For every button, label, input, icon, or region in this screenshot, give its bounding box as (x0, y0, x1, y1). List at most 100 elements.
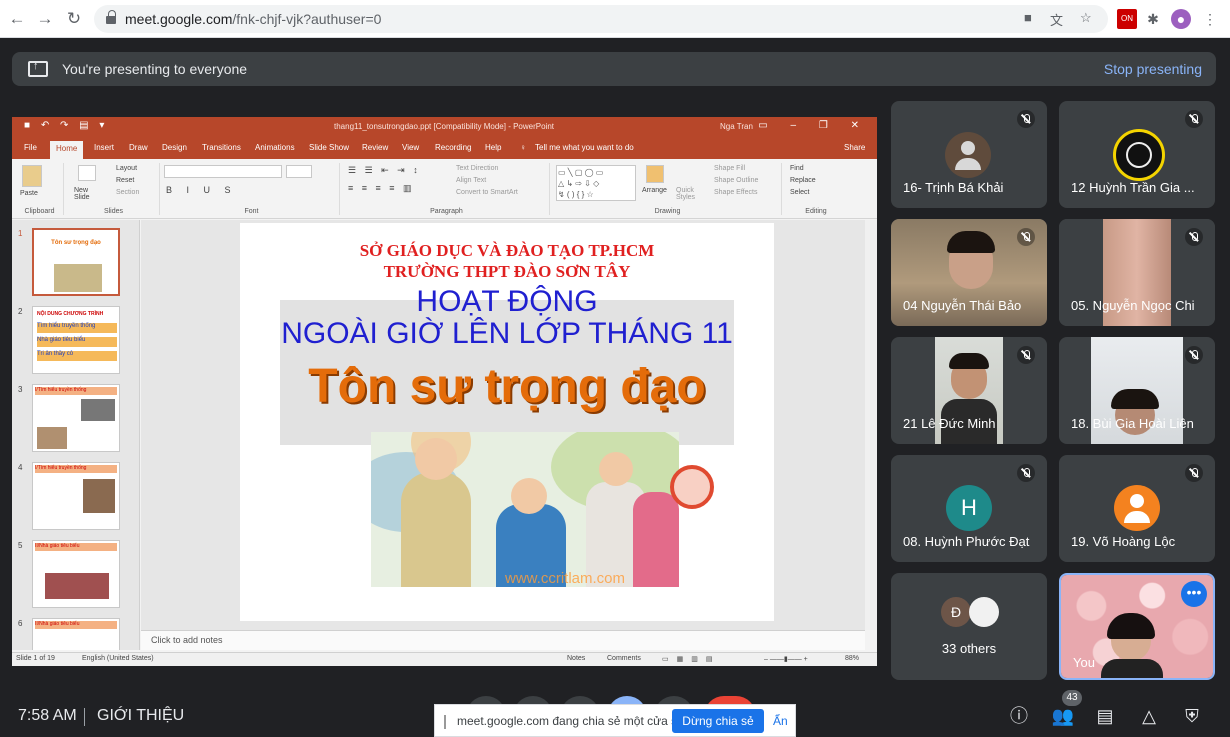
thumb-title: II/Nhà giáo tiêu biểu (35, 621, 117, 629)
more-options-icon[interactable]: ••• (1181, 581, 1207, 607)
language-status[interactable]: English (United States) (82, 655, 154, 662)
tab-design[interactable]: Design (162, 143, 187, 152)
hide-button[interactable]: Ẩn (773, 714, 788, 728)
section-button[interactable]: Section (116, 189, 139, 196)
font-size-field[interactable] (286, 165, 312, 178)
participant-tile[interactable]: 19. Võ Hoàng Lộc (1059, 455, 1215, 562)
quick-styles-label[interactable]: Quick Styles (676, 187, 700, 201)
new-slide-icon[interactable] (78, 165, 96, 181)
tab-draw[interactable]: Draw (129, 143, 148, 152)
list-buttons[interactable]: ☰ ☰ ⇤ ⇥ ↕ (348, 165, 421, 176)
notes-toggle[interactable]: Notes (567, 655, 585, 662)
participant-tile[interactable]: 18. Bùi Gia Hoài Liên (1059, 337, 1215, 444)
font-format-buttons[interactable]: B I U S (166, 185, 237, 195)
slide-thumb-4[interactable]: I/Tìm hiểu truyền thống (32, 462, 120, 530)
zoom-level[interactable]: 88% (845, 655, 859, 662)
lightbulb-icon: ♀ (520, 143, 526, 152)
host-controls-icon[interactable]: ⛨ (1179, 704, 1205, 728)
tab-recording[interactable]: Recording (435, 143, 471, 152)
participant-tile[interactable]: 21 Lê Đức Minh (891, 337, 1047, 444)
share-button[interactable]: Share (844, 143, 865, 152)
vertical-scrollbar[interactable] (865, 220, 877, 630)
reload-icon[interactable]: ↻ (63, 8, 85, 30)
present-screen-icon (28, 60, 48, 77)
tab-help[interactable]: Help (485, 143, 501, 152)
more-menu-icon[interactable]: ⋮ (1200, 9, 1220, 29)
thumb-number: 6 (18, 619, 23, 628)
tab-review[interactable]: Review (362, 143, 388, 152)
paste-icon[interactable] (22, 165, 42, 187)
drawing-group-label: Drawing (654, 208, 681, 215)
slide-thumbnails[interactable]: 1 Tôn sư trọng đạo 2 NỘI DUNG CHƯƠNG TRÌ… (12, 220, 140, 650)
participant-tile[interactable]: 05. Nguyễn Ngọc Chi (1059, 219, 1215, 326)
reset-button[interactable]: Reset (116, 177, 134, 184)
slide-thumb-1[interactable]: Tôn sư trọng đạo (32, 228, 120, 296)
thumb-image (83, 479, 115, 513)
find-button[interactable]: Find (790, 165, 804, 172)
quick-access-toolbar[interactable]: ■ ↶ ↷ ▤ ▾ (24, 120, 108, 131)
shape-effects-button[interactable]: Shape Effects (714, 189, 757, 196)
info-icon[interactable]: ⓘ (1006, 704, 1032, 728)
tab-insert[interactable]: Insert (94, 143, 114, 152)
others-tile[interactable]: Đ 33 others (891, 573, 1047, 680)
slide-thumb-2[interactable]: NỘI DUNG CHƯƠNG TRÌNH Tìm hiểu truyền th… (32, 306, 120, 374)
profile-avatar[interactable]: ● (1171, 9, 1191, 29)
puzzle-icon[interactable]: ✱ (1143, 9, 1163, 29)
stop-presenting-button[interactable]: Stop presenting (1104, 61, 1202, 77)
star-icon[interactable]: ☆ (1080, 10, 1092, 26)
zoom-slider[interactable]: – ——▮—— + (764, 655, 808, 663)
participant-tile[interactable]: 04 Nguyễn Thái Bảo (891, 219, 1047, 326)
participant-tile[interactable]: 12 Huỳnh Trần Gia ... (1059, 101, 1215, 208)
comments-toggle[interactable]: Comments (607, 655, 641, 662)
slide-thumb-6[interactable]: II/Nhà giáo tiêu biểu (32, 618, 120, 650)
chat-icon[interactable]: ▤ (1092, 704, 1118, 728)
slide-thumb-3[interactable]: I/Tìm hiểu truyền thống (32, 384, 120, 452)
tab-home[interactable]: Home (50, 141, 84, 159)
slide-line-school: TRƯỜNG THPT ĐÀO SƠN TÂY (383, 262, 631, 281)
back-icon[interactable]: ← (6, 8, 28, 30)
text-direction-button[interactable]: Text Direction (456, 165, 498, 172)
watermark: www.ccritlam.com (505, 570, 626, 587)
translate-icon[interactable]: 文 (1050, 10, 1063, 29)
paste-label[interactable]: Paste (20, 190, 38, 197)
tab-view[interactable]: View (402, 143, 419, 152)
forward-icon[interactable]: → (34, 8, 56, 30)
new-slide-label[interactable]: New Slide (74, 187, 104, 201)
font-group-label: Font (244, 208, 259, 215)
camera-icon[interactable]: ■ (1024, 10, 1032, 25)
shape-outline-button[interactable]: Shape Outline (714, 177, 758, 184)
drag-handle[interactable] (444, 715, 446, 729)
self-tile[interactable]: ••• You (1059, 573, 1215, 680)
current-slide[interactable]: SỞ GIÁO DỤC VÀ ĐÀO TẠO TP.HCM TRƯỜNG THP… (240, 223, 774, 621)
notes-pane[interactable]: Click to add notes (141, 630, 865, 650)
address-bar[interactable]: meet.google.com/fnk-chjf-vjk?authuser=0 … (94, 5, 1108, 33)
tab-transitions[interactable]: Transitions (202, 143, 241, 152)
layout-button[interactable]: Layout (116, 165, 137, 172)
stop-sharing-button[interactable]: Dừng chia sẻ (672, 709, 764, 733)
select-button[interactable]: Select (790, 189, 809, 196)
align-buttons[interactable]: ≡ ≡ ≡ ≡ ▥ (348, 183, 415, 194)
slide-thumb-5[interactable]: II/Nhà giáo tiêu biểu (32, 540, 120, 608)
tab-file[interactable]: File (24, 143, 37, 152)
align-text-button[interactable]: Align Text (456, 177, 486, 184)
people-icon[interactable]: 👥 (1050, 704, 1076, 728)
view-buttons[interactable]: ▭▦▥▤ (662, 655, 720, 663)
participant-tile[interactable]: H 08. Huỳnh Phước Đạt (891, 455, 1047, 562)
tab-slide-show[interactable]: Slide Show (309, 143, 349, 152)
font-name-field[interactable] (164, 165, 282, 178)
smartart-button[interactable]: Convert to SmartArt (456, 189, 518, 196)
mic-off-icon (1185, 228, 1203, 246)
thumb-title: Tôn sư trọng đạo (51, 240, 101, 246)
participant-tile[interactable]: 16- Trịnh Bá Khải (891, 101, 1047, 208)
window-controls[interactable]: ▭ – ❐ ✕ (758, 120, 869, 131)
user-avatar (945, 132, 991, 178)
shapes-gallery[interactable]: ▭ ╲ ▢ ◯ ▭ △ ↳ ⇨ ⇩ ◇ ↯ ( ) { } ☆ (556, 165, 636, 201)
replace-button[interactable]: Replace (790, 177, 816, 184)
shape-fill-button[interactable]: Shape Fill (714, 165, 745, 172)
activities-icon[interactable]: △ (1136, 704, 1162, 728)
extension-badge-icon[interactable]: ON (1117, 9, 1137, 29)
tell-me-box[interactable]: Tell me what you want to do (535, 143, 634, 152)
arrange-label[interactable]: Arrange (642, 187, 667, 194)
tab-animations[interactable]: Animations (255, 143, 295, 152)
arrange-icon[interactable] (646, 165, 664, 183)
